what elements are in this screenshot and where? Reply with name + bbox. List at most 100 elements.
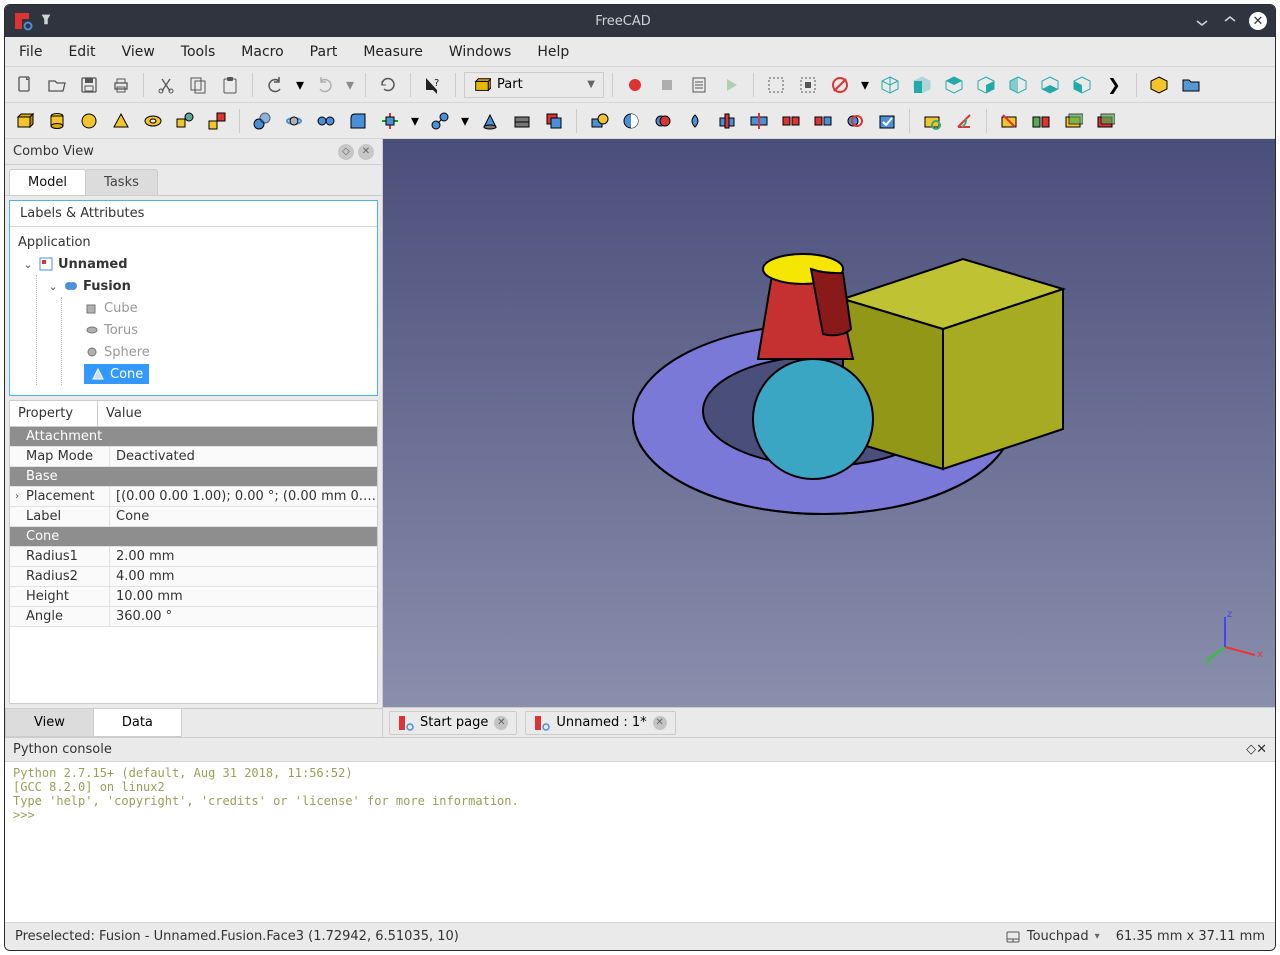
prop-row[interactable]: LabelCone [10, 507, 377, 527]
primitive-sphere-icon[interactable] [75, 107, 103, 135]
close-tab-icon[interactable]: ✕ [653, 716, 667, 730]
fillet-dropdown-icon[interactable]: ▾ [458, 107, 472, 135]
close-panel-icon[interactable]: ✕ [358, 144, 374, 160]
revolve-icon[interactable] [280, 107, 308, 135]
pin-icon[interactable] [39, 12, 53, 30]
undock-icon[interactable]: ◇ [338, 144, 354, 160]
expand-icon[interactable]: ⌄ [22, 258, 34, 271]
boolean-icon[interactable] [585, 107, 613, 135]
primitive-cylinder-icon[interactable] [43, 107, 71, 135]
menu-part[interactable]: Part [310, 44, 338, 60]
measure-clear-icon[interactable] [995, 107, 1023, 135]
prop-row[interactable]: Height10.00 mm [10, 587, 377, 607]
whats-this-icon[interactable]: ? [419, 71, 447, 99]
menu-macro[interactable]: Macro [241, 44, 283, 60]
tree-fusion[interactable]: ⌄ Fusion [43, 275, 373, 297]
part-split-1-icon[interactable] [745, 107, 773, 135]
fillet-icon[interactable] [344, 107, 372, 135]
undo-dropdown-icon[interactable]: ▾ [293, 71, 307, 99]
primitive-cone-icon[interactable] [107, 107, 135, 135]
new-file-icon[interactable] [11, 71, 39, 99]
view-fit-icon[interactable] [762, 71, 790, 99]
redo-dropdown-icon[interactable]: ▾ [343, 71, 357, 99]
primitive-prims-icon[interactable] [171, 107, 199, 135]
expand-icon[interactable]: ⌄ [47, 280, 59, 293]
prop-row[interactable]: Map ModeDeactivated [10, 447, 377, 467]
axis-dropdown-icon[interactable]: ▾ [408, 107, 422, 135]
copy-icon[interactable] [184, 71, 212, 99]
offset-icon[interactable] [540, 107, 568, 135]
measure-toggle-3d-icon[interactable] [1059, 107, 1087, 135]
3d-canvas[interactable]: x y z [383, 139, 1275, 707]
cut-icon[interactable] [152, 71, 180, 99]
tree-item-cone[interactable]: Cone [64, 363, 373, 385]
nav-style[interactable]: Touchpad ▾ [1005, 929, 1100, 945]
view-rear-icon[interactable] [1004, 71, 1032, 99]
undock-icon[interactable]: ◇ [1246, 742, 1256, 757]
common-boolean-icon[interactable] [681, 107, 709, 135]
doc-tab-unnamed[interactable]: Unnamed : 1* ✕ [525, 711, 675, 735]
expand-icon[interactable]: › [10, 491, 24, 502]
tab-model[interactable]: Model [9, 169, 86, 195]
macro-list-icon[interactable] [685, 71, 713, 99]
tree-item-sphere[interactable]: Sphere [64, 341, 373, 363]
view-right-icon[interactable] [972, 71, 1000, 99]
open-file-icon[interactable] [43, 71, 71, 99]
part-xor-icon[interactable] [841, 107, 869, 135]
part-axis-icon[interactable] [376, 107, 404, 135]
paste-icon[interactable] [216, 71, 244, 99]
prop-row[interactable]: ›Placement[(0.00 0.00 1.00); 0.00 °; (0.… [10, 487, 377, 507]
sweep-icon[interactable] [508, 107, 536, 135]
console-body[interactable]: Python 2.7.15+ (default, Aug 31 2018, 11… [5, 762, 1275, 922]
fillet-edge-icon[interactable] [426, 107, 454, 135]
menu-view[interactable]: View [122, 44, 155, 60]
refresh-icon[interactable] [374, 71, 402, 99]
tab-data[interactable]: Data [93, 709, 182, 737]
menu-windows[interactable]: Windows [449, 44, 512, 60]
check-geometry-icon[interactable] [873, 107, 901, 135]
draw-style-dropdown-icon[interactable]: ▾ [858, 71, 872, 99]
view-bottom-icon[interactable] [1036, 71, 1064, 99]
view-left-icon[interactable] [1068, 71, 1096, 99]
shape-builder-icon[interactable] [203, 107, 231, 135]
tree-item-cube[interactable]: Cube [64, 297, 373, 319]
mirror-icon[interactable] [312, 107, 340, 135]
macro-stop-icon[interactable] [653, 71, 681, 99]
redo-icon[interactable] [311, 71, 339, 99]
close-tab-icon[interactable]: ✕ [494, 716, 508, 730]
view-fit-selection-icon[interactable] [794, 71, 822, 99]
macro-record-icon[interactable] [621, 71, 649, 99]
workbench-selector[interactable]: Part ▼ [464, 72, 604, 98]
prop-row[interactable]: Radius24.00 mm [10, 567, 377, 587]
view-front-icon[interactable] [908, 71, 936, 99]
doc-tab-start[interactable]: Start page ✕ [389, 711, 517, 735]
extrude-icon[interactable] [248, 107, 276, 135]
menu-help[interactable]: Help [537, 44, 569, 60]
part-join-icon[interactable] [713, 107, 741, 135]
undo-icon[interactable] [261, 71, 289, 99]
tree-document[interactable]: ⌄ Unnamed [18, 253, 373, 275]
menu-edit[interactable]: Edit [68, 44, 95, 60]
print-icon[interactable] [107, 71, 135, 99]
part-slice-icon[interactable] [809, 107, 837, 135]
part-box-yellow-icon[interactable] [1145, 71, 1173, 99]
close-panel-icon[interactable]: ✕ [1256, 742, 1267, 757]
loft-icon[interactable] [476, 107, 504, 135]
save-icon[interactable] [75, 71, 103, 99]
fuse-boolean-icon[interactable] [649, 107, 677, 135]
measure-toggle-all-icon[interactable] [1027, 107, 1055, 135]
minimize-button[interactable] [1193, 12, 1211, 30]
tree-root[interactable]: Application [14, 231, 373, 253]
tab-tasks[interactable]: Tasks [85, 169, 158, 195]
prop-row[interactable]: Angle360.00 ° [10, 607, 377, 627]
open-folder-blue-icon[interactable] [1177, 71, 1205, 99]
primitive-torus-icon[interactable] [139, 107, 167, 135]
view-isometric-icon[interactable] [876, 71, 904, 99]
tree-item-torus[interactable]: Torus [64, 319, 373, 341]
maximize-button[interactable] [1221, 12, 1239, 30]
menu-tools[interactable]: Tools [181, 44, 216, 60]
cut-boolean-icon[interactable] [617, 107, 645, 135]
close-button[interactable]: ✕ [1249, 12, 1267, 30]
measure-toggle-delta-icon[interactable] [1091, 107, 1119, 135]
prop-row[interactable]: Radius12.00 mm [10, 547, 377, 567]
